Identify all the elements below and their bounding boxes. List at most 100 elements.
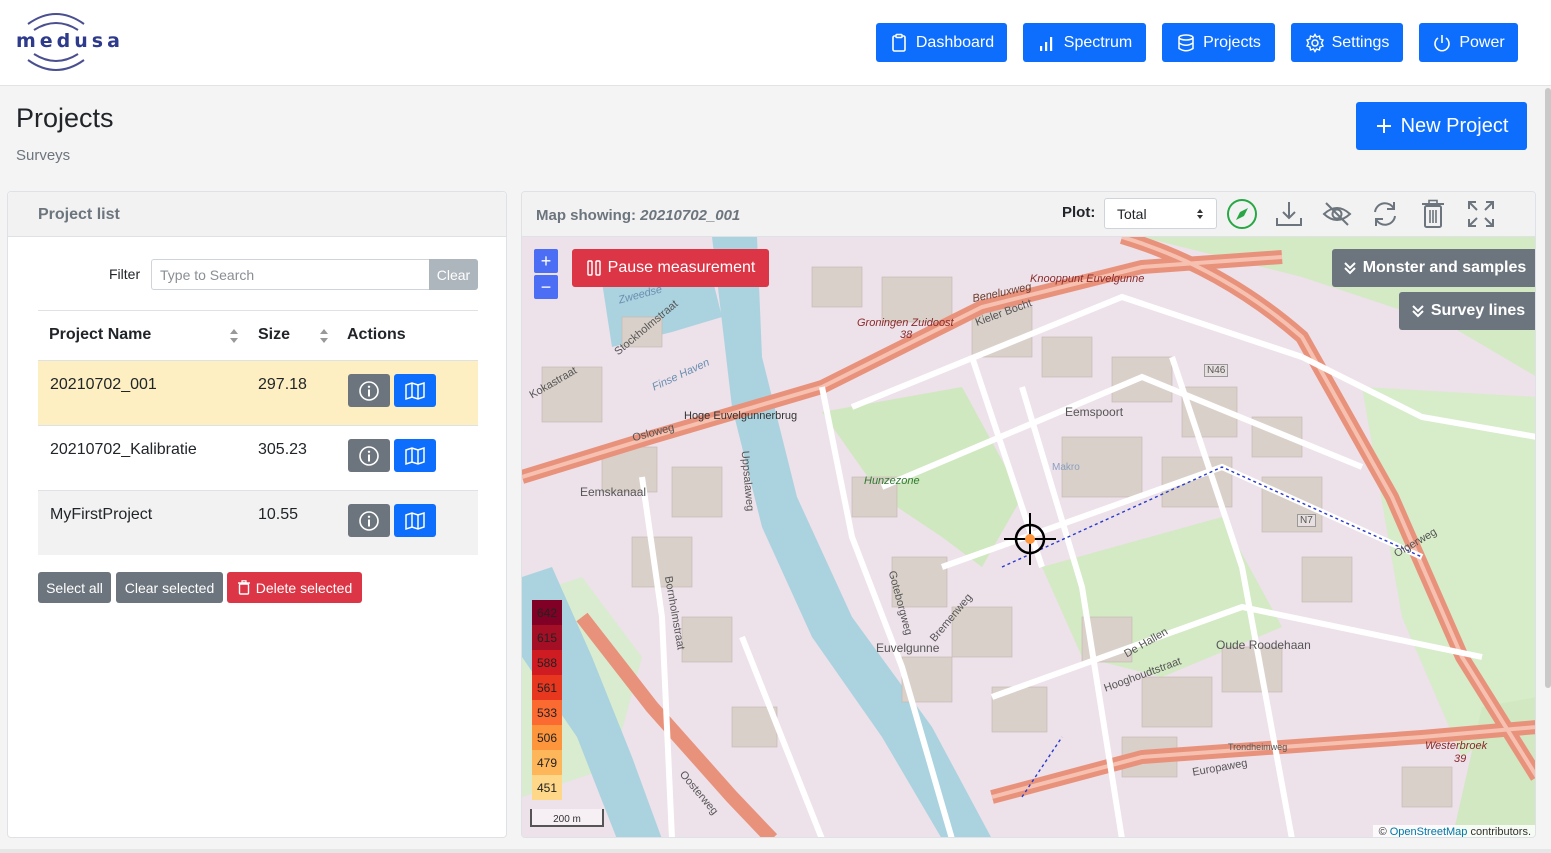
map-header: Map showing: 20210702_001 Plot: Total — [522, 192, 1535, 237]
clear-selected-button[interactable]: Clear selected — [116, 572, 223, 603]
info-icon — [359, 510, 379, 531]
map-showing-title: Map showing: 20210702_001 — [536, 207, 740, 224]
map-label: Hunzezone — [864, 475, 920, 487]
project-list-title: Project list — [38, 206, 120, 223]
legend-item: 479 — [532, 750, 562, 775]
map-icon — [405, 511, 425, 530]
map-label: Makro — [1052, 462, 1080, 473]
nav-dashboard-label: Dashboard — [915, 33, 995, 51]
map-label: Trondheimweg — [1228, 742, 1288, 752]
trash-icon — [237, 580, 250, 595]
attribution-suffix: contributors. — [1470, 826, 1531, 838]
map-label: Knooppunt Euvelgunne — [1030, 273, 1145, 285]
zoom-in-button[interactable]: + — [534, 249, 558, 273]
project-map-button[interactable] — [394, 504, 436, 537]
legend-item: 533 — [532, 700, 562, 725]
plus-icon — [1376, 119, 1391, 133]
nav-dashboard-button[interactable]: Dashboard — [876, 23, 1007, 62]
legend-item: 561 — [532, 675, 562, 700]
download-icon[interactable] — [1273, 198, 1305, 230]
compass-icon[interactable] — [1226, 198, 1258, 230]
project-map-button[interactable] — [394, 439, 436, 472]
select-all-button[interactable]: Select all — [38, 572, 111, 603]
table-row[interactable]: 20210702_Kalibratie 305.23 — [38, 425, 478, 490]
project-name: 20210702_Kalibratie — [50, 441, 197, 458]
map-label: N7 — [1297, 514, 1316, 527]
eye-slash-icon[interactable] — [1321, 198, 1353, 230]
delete-selected-button[interactable]: Delete selected — [227, 572, 362, 603]
map-label: Euvelgunne — [876, 641, 940, 655]
nav-spectrum-button[interactable]: Spectrum — [1023, 23, 1146, 62]
legend-item: 506 — [532, 725, 562, 750]
map-label: Eemspoort — [1065, 405, 1124, 419]
sort-icon[interactable] — [229, 327, 239, 345]
map-attribution: © OpenStreetMap contributors. — [1372, 825, 1535, 838]
openstreetmap-link[interactable]: OpenStreetMap — [1390, 826, 1468, 837]
new-project-button[interactable]: New Project — [1356, 102, 1527, 150]
map-label: Groningen Zuidoost — [857, 317, 954, 329]
table-row[interactable]: MyFirstProject 10.55 — [38, 490, 478, 555]
nav-spectrum-label: Spectrum — [1063, 33, 1133, 51]
info-icon — [359, 445, 379, 466]
filter-clear-button[interactable]: Clear — [429, 259, 478, 290]
power-icon — [1434, 34, 1451, 51]
survey-lines-label: Survey lines — [1430, 302, 1526, 319]
map-card: Map showing: 20210702_001 Plot: Total Be… — [521, 191, 1536, 838]
filter-label: Filter — [109, 266, 141, 282]
new-project-label: New Project — [1400, 114, 1509, 137]
gear-icon — [1305, 32, 1324, 53]
project-map-button[interactable] — [394, 374, 436, 407]
project-list-card: Project list Filter Clear Project Name S… — [7, 191, 507, 838]
trash-icon[interactable] — [1417, 198, 1449, 230]
survey-lines-toggle[interactable]: Survey lines — [1399, 292, 1535, 330]
map-label: N46 — [1204, 364, 1229, 377]
fullscreen-icon[interactable] — [1465, 198, 1497, 230]
legend-item: 588 — [532, 650, 562, 675]
project-info-button[interactable] — [348, 439, 390, 472]
map-label: 39 — [1454, 753, 1467, 765]
page-title: Projects — [16, 103, 114, 133]
table-row[interactable]: 20210702_001 297.18 — [38, 360, 478, 425]
monster-samples-toggle[interactable]: Monster and samples — [1332, 249, 1535, 287]
plot-select[interactable]: Total — [1104, 198, 1217, 229]
medusa-logo[interactable]: medusa — [14, 10, 124, 74]
project-info-button[interactable] — [348, 504, 390, 537]
refresh-icon[interactable] — [1369, 198, 1401, 230]
bar-chart-icon — [1039, 36, 1052, 51]
filter-input[interactable] — [151, 259, 429, 290]
pause-measurement-button[interactable]: Pause measurement — [572, 249, 769, 287]
nav-projects-label: Projects — [1203, 33, 1261, 51]
nav-power-button[interactable]: Power — [1419, 23, 1518, 62]
nav-settings-button[interactable]: Settings — [1291, 23, 1403, 62]
page-subtitle: Surveys — [16, 147, 71, 164]
legend-item: 642 — [532, 600, 562, 625]
select-arrows-icon — [1197, 208, 1203, 219]
column-header-project-name[interactable]: Project Name — [49, 326, 151, 344]
map-label: Eemskanaal — [580, 485, 647, 499]
map-label: Hoge Euvelgunnerbrug — [684, 410, 798, 422]
project-list-header: Project list — [8, 192, 506, 237]
chevron-double-down-icon — [1343, 262, 1356, 275]
project-info-button[interactable] — [348, 374, 390, 407]
map-scale: 200 m — [530, 809, 604, 827]
map-icon — [405, 381, 425, 400]
sort-icon[interactable] — [319, 327, 329, 345]
project-size: 305.23 — [258, 441, 307, 458]
column-header-actions: Actions — [347, 326, 406, 343]
project-size: 10.55 — [258, 506, 299, 523]
pause-measurement-label: Pause measurement — [607, 259, 756, 276]
nav-power-label: Power — [1459, 33, 1505, 51]
column-header-size[interactable]: Size — [258, 326, 290, 344]
zoom-out-button[interactable]: − — [534, 275, 558, 299]
page-scrollbar[interactable] — [1545, 88, 1551, 688]
footer-strip — [0, 849, 1551, 853]
survey-map[interactable]: Beneluxweg Knooppunt Euvelgunne Groninge… — [522, 237, 1535, 838]
legend-item: 615 — [532, 625, 562, 650]
monster-samples-label: Monster and samples — [1362, 259, 1527, 276]
logo-text: medusa — [16, 30, 124, 52]
nav-projects-button[interactable]: Projects — [1162, 23, 1275, 62]
plot-select-value: Total — [1117, 205, 1147, 222]
nav-settings-label: Settings — [1331, 33, 1390, 51]
project-name: MyFirstProject — [50, 506, 153, 523]
map-showing-label: Map showing: — [536, 207, 636, 224]
